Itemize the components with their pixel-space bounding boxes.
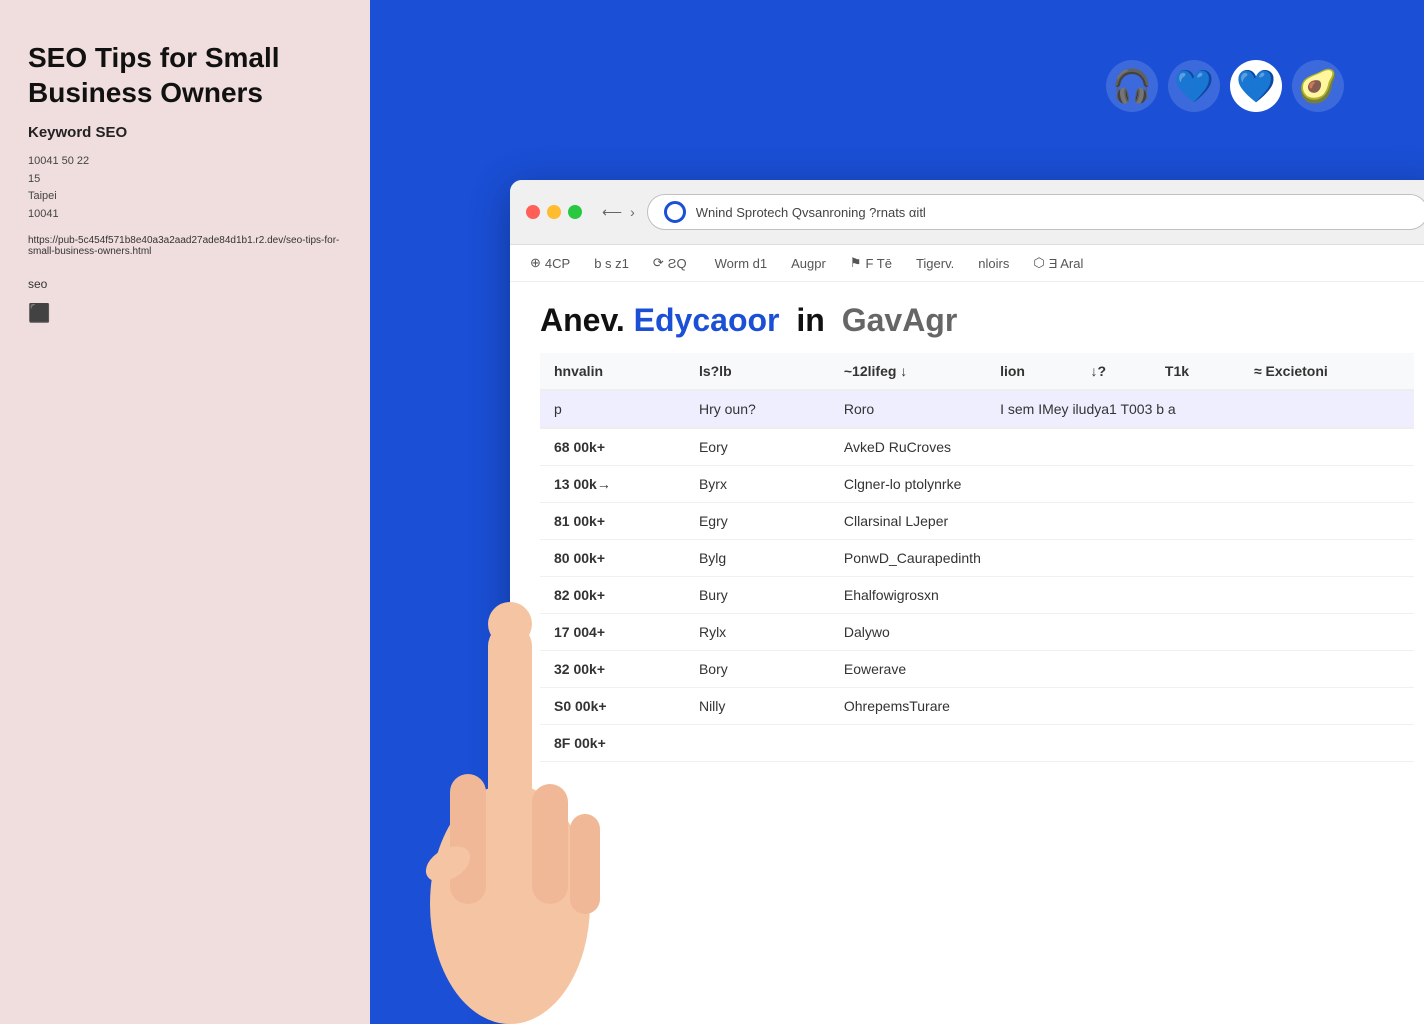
cell-desc-3: PonwD_Caurapedinth [830,540,1414,577]
cell-metric-1: 13 00k→ [540,466,685,503]
cell-desc-8 [830,725,1414,762]
sh-0: p [540,390,685,428]
table-row: S0 00k+NillyOhrepemsTurare [540,688,1414,725]
browser-nav: ⟵ › [602,204,635,221]
cell-type-4: Bury [685,577,830,614]
cell-metric-5: 17 004+ [540,614,685,651]
cell-type-1: Byrx [685,466,830,503]
title-part2: Edycaoor [634,302,780,338]
title-part3: in [796,302,824,338]
th-6: ≈ Excietoni [1240,353,1414,390]
sidebar: SEO Tips for Small Business Owners Keywo… [0,0,370,1024]
table-row: 80 00k+BylgPonwD_Caurapedinth [540,540,1414,577]
th-4: ↓? [1076,353,1150,390]
sidebar-tag: seo [28,277,342,291]
meta-line1: 10041 50 22 [28,153,342,171]
black-avocado-icon: 🥑 [1292,60,1344,112]
sh-3: I sem IMey iludya1 T003 b a [986,390,1414,428]
forward-icon[interactable]: › [630,204,635,220]
cell-type-3: Bylg [685,540,830,577]
traffic-lights [526,205,582,219]
meta-line2: 15 [28,171,342,189]
cell-type-2: Egry [685,503,830,540]
toolbar-item-nloirs[interactable]: nloirs [978,256,1009,271]
address-bar[interactable]: Wnind Sprotech Qvsanroning ?rnats αitl [647,194,1424,230]
meta-line4: 10041 [28,206,342,224]
table-row: 8F 00k+ [540,725,1414,762]
toolbar-item-tiger[interactable]: Tigerv. [916,256,954,271]
browser-chrome: ⟵ › Wnind Sprotech Qvsanroning ?rnats αi… [510,180,1424,245]
browser-window: ⟵ › Wnind Sprotech Qvsanroning ?rnats αi… [510,180,1424,1024]
main-area: 🎧 💙 💙 🥑 ⟵ › Wnind Sprotech Qvsanroning ?… [370,0,1424,1024]
th-5: T1k [1151,353,1240,390]
cell-desc-4: Ehalfowigrosxn [830,577,1414,614]
te-icon: ⚑ [850,255,862,271]
maximize-button[interactable] [568,205,582,219]
cell-desc-7: OhrepemsTurare [830,688,1414,725]
cell-type-7: Nilly [685,688,830,725]
loading-indicator [664,201,686,223]
toolbar-item-worm[interactable]: Worm d1 [711,256,768,271]
back-icon[interactable]: ⟵ [602,204,622,221]
headphone-icon: 🎧 [1106,60,1158,112]
sh-2: Roro [830,390,986,428]
data-table: hnvalin ls?lb ~12lifeg ↓ lion ↓? T1k ≈ E… [540,353,1414,762]
sh-1: Hry oun? [685,390,830,428]
close-button[interactable] [526,205,540,219]
top-icons: 🎧 💙 💙 🥑 [1106,60,1344,112]
heart-icon: 💙 [1168,60,1220,112]
table-row: 82 00k+BuryEhalfowigrosxn [540,577,1414,614]
cell-type-0: Eory [685,428,830,466]
toolbar-item-te[interactable]: ⚑ F Tē [850,255,892,271]
sidebar-url[interactable]: https://pub-5c454f571b8e40a3a2aad27ade84… [28,235,342,257]
sidebar-meta: 10041 50 22 15 Taipei 10041 [28,153,342,223]
toolbar-item-aral[interactable]: ⬡ Ǝ Aral [1033,255,1083,271]
toolbar-icon-0: ⊕ [530,255,541,271]
page-title: SEO Tips for Small Business Owners [28,40,342,110]
th-2: ~12lifeg ↓ [830,353,986,390]
cell-desc-6: Eowerave [830,651,1414,688]
th-0: hnvalin [540,353,685,390]
meta-line3: Taipei [28,188,342,206]
table-row: 81 00k+EgryCllarsinal LJeper [540,503,1414,540]
cell-metric-8: 8F 00k+ [540,725,685,762]
th-1: ls?lb [685,353,830,390]
title-part4: GavAgr [842,302,958,338]
address-text: Wnind Sprotech Qvsanroning ?rnats αitl [696,205,1411,220]
toolbar-item-augpr[interactable]: Augpr [791,256,826,271]
cell-metric-3: 80 00k+ [540,540,685,577]
sidebar-tag-icon: ⬛ [28,303,342,324]
sidebar-subtitle: Keyword SEO [28,124,342,141]
toolbar-item-1[interactable]: b s z1 [594,256,629,271]
aral-icon: ⬡ [1033,255,1044,271]
cell-desc-1: Clgner-lo ptolynrke [830,466,1414,503]
th-3: lion [986,353,1076,390]
table-subheader-row: p Hry oun? Roro I sem IMey iludya1 T003 … [540,390,1414,428]
toolbar-icon-2: ⟳ [653,255,664,271]
browser-content: Anev. Edycaoor in GavAgr hnvalin ls?lb ~… [510,282,1424,782]
table-row: 17 004+RylxDalywo [540,614,1414,651]
cell-metric-0: 68 00k+ [540,428,685,466]
table-header-row: hnvalin ls?lb ~12lifeg ↓ lion ↓? T1k ≈ E… [540,353,1414,390]
toolbar-item-2[interactable]: ⟳ ƧQ [653,255,687,271]
cell-type-5: Rylx [685,614,830,651]
heart2-icon: 💙 [1230,60,1282,112]
toolbar-item-0[interactable]: ⊕ 4CP [530,255,570,271]
minimize-button[interactable] [547,205,561,219]
cell-type-6: Bory [685,651,830,688]
table-row: 32 00k+BoryEowerave [540,651,1414,688]
table-row: 13 00k→ByrxClgner-lo ptolynrke [540,466,1414,503]
cell-desc-5: Dalywo [830,614,1414,651]
cell-desc-2: Cllarsinal LJeper [830,503,1414,540]
title-part1: Anev. [540,302,625,338]
table-row: 68 00k+EoryAvkeD RuCroves [540,428,1414,466]
cell-metric-2: 81 00k+ [540,503,685,540]
cell-type-8 [685,725,830,762]
cell-desc-0: AvkeD RuCroves [830,428,1414,466]
cell-metric-6: 32 00k+ [540,651,685,688]
cell-metric-4: 82 00k+ [540,577,685,614]
content-page-title: Anev. Edycaoor in GavAgr [540,302,1414,339]
cell-metric-7: S0 00k+ [540,688,685,725]
browser-toolbar: ⊕ 4CP b s z1 ⟳ ƧQ Worm d1 Augpr ⚑ F Tē T… [510,245,1424,282]
